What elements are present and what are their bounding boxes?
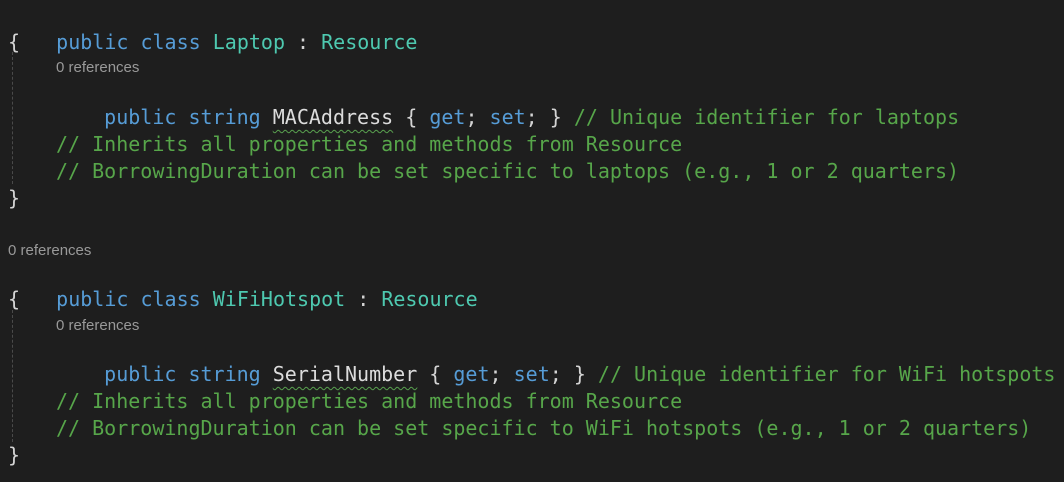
- accessor-open: {: [417, 362, 454, 386]
- inheritance-colon: :: [284, 30, 322, 54]
- comment-line: // Inherits all properties and methods f…: [56, 389, 683, 413]
- accessor-close: ; }: [549, 362, 598, 386]
- keyword-class: class: [140, 30, 201, 54]
- comment-line: // BorrowingDuration can be set specific…: [56, 416, 1032, 440]
- keyword-set: set: [489, 105, 526, 129]
- keyword-public: public: [104, 362, 177, 386]
- accessor-close: ; }: [525, 105, 574, 129]
- class-name[interactable]: Laptop: [213, 30, 285, 54]
- class-declaration-line[interactable]: public class Laptop : Resource: [8, 2, 417, 54]
- inheritance-colon: :: [345, 287, 382, 311]
- inline-comment: // Unique identifier for laptops: [573, 105, 960, 129]
- accessor-separator: ;: [489, 362, 514, 386]
- base-class-name[interactable]: Resource: [381, 287, 477, 311]
- keyword-string: string: [188, 362, 261, 386]
- class-name[interactable]: WiFiHotspot: [213, 287, 345, 311]
- property-name[interactable]: SerialNumber: [273, 362, 418, 386]
- class-declaration-line[interactable]: public class WiFiHotspot : Resource: [8, 259, 477, 311]
- keyword-public: public: [56, 30, 129, 54]
- comment-line: // BorrowingDuration can be set specific…: [56, 159, 960, 183]
- property-name[interactable]: MACAddress: [273, 105, 393, 129]
- accessor-separator: ;: [465, 105, 490, 129]
- keyword-set: set: [513, 362, 550, 386]
- open-brace: {: [8, 30, 21, 54]
- base-class-name[interactable]: Resource: [321, 30, 417, 54]
- codelens-references[interactable]: 0 references: [8, 242, 91, 260]
- keyword-get: get: [429, 105, 466, 129]
- close-brace: }: [8, 443, 21, 467]
- close-brace: }: [8, 186, 21, 210]
- keyword-get: get: [453, 362, 490, 386]
- accessor-open: {: [393, 105, 430, 129]
- keyword-public: public: [104, 105, 177, 129]
- property-line[interactable]: public string MACAddress { get; set; } /…: [8, 77, 959, 129]
- inline-comment: // Unique identifier for WiFi hotspots: [597, 362, 1056, 386]
- code-editor[interactable]: public class Laptop : Resource { 0 refer…: [0, 0, 1064, 482]
- open-brace: {: [8, 287, 21, 311]
- comment-line: // Inherits all properties and methods f…: [56, 132, 683, 156]
- property-line[interactable]: public string SerialNumber { get; set; }…: [8, 334, 1055, 386]
- codelens-references[interactable]: 0 references: [56, 317, 139, 335]
- keyword-string: string: [188, 105, 261, 129]
- keyword-public: public: [56, 287, 129, 311]
- keyword-class: class: [140, 287, 201, 311]
- codelens-references[interactable]: 0 references: [56, 59, 139, 77]
